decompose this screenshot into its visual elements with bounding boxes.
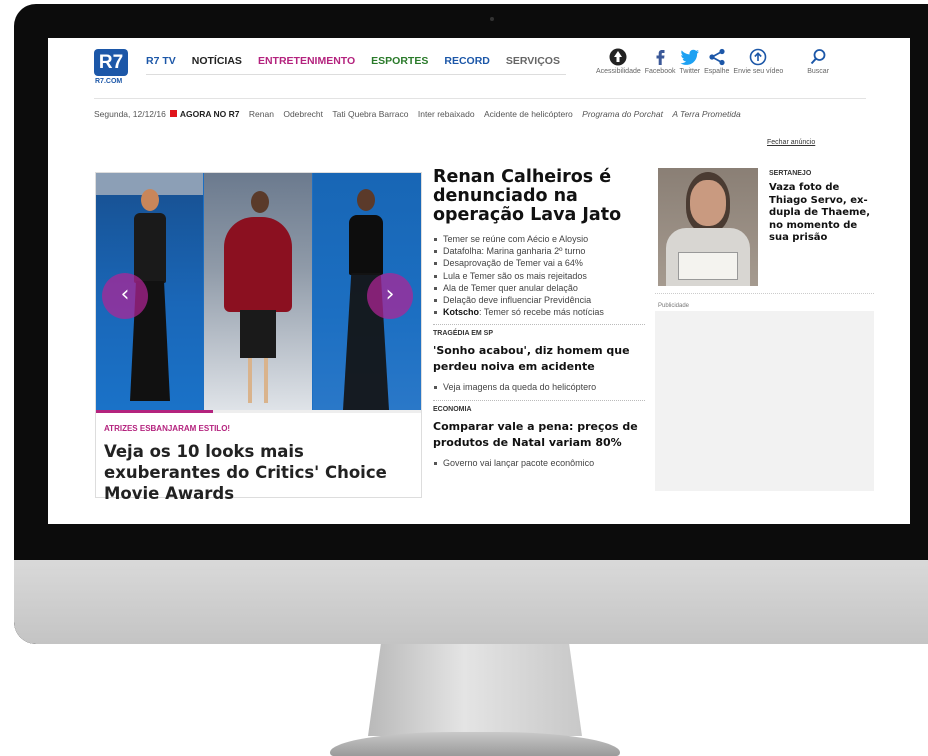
search-button[interactable]: Buscar [807, 46, 829, 75]
nav-item-esportes[interactable]: ESPORTES [371, 55, 428, 67]
live-indicator-icon [169, 110, 177, 117]
section-kicker[interactable]: TRAGÉDIA EM SP [433, 330, 645, 337]
tool-label: Envie seu vídeo [733, 68, 784, 75]
nav-item-entretenimento[interactable]: ENTRETENIMENTO [258, 55, 355, 67]
ad-label: Publicidade [658, 303, 690, 309]
sub-headline[interactable]: Comparar vale a pena: preços de produtos… [433, 419, 645, 451]
photo-panel [204, 173, 312, 410]
twitter-icon [680, 49, 699, 65]
desktop-scene: R7 R7.COM R7 TV NOTÍCIAS ENTRETENIMENTO … [0, 0, 928, 756]
header-tools: Acessibilidade Facebook Twitter Espalhe … [596, 46, 833, 75]
story-headline[interactable]: Vaza foto de Thiago Servo, ex-dupla de T… [769, 182, 874, 245]
nav-item-noticias[interactable]: NOTÍCIAS [192, 55, 242, 67]
section-kicker[interactable]: ECONOMIA [433, 406, 645, 413]
main-nav: R7 TV NOTÍCIAS ENTRETENIMENTO ESPORTES R… [146, 55, 576, 67]
carousel-next-button[interactable]: › [367, 273, 413, 319]
nav-item-r7tv[interactable]: R7 TV [146, 55, 176, 67]
tool-label: Buscar [807, 68, 830, 75]
header-divider [94, 98, 866, 99]
nav-item-record[interactable]: RECORD [444, 55, 490, 67]
accessibility-icon [609, 48, 627, 66]
carousel-prev-button[interactable]: ‹ [102, 273, 148, 319]
main-headline[interactable]: Renan Calheiros é denunciado na operação… [433, 168, 645, 225]
feature-photo[interactable]: ‹ › [96, 173, 421, 410]
list-item[interactable]: Desaprovação de Temer vai a 64% [433, 257, 645, 269]
search-icon [810, 49, 826, 65]
news-ticker: Segunda, 12/12/16 AGORA NO R7 Renan Odebr… [94, 109, 741, 119]
carousel-progress-fill [96, 410, 213, 413]
camera-dot [490, 17, 494, 21]
list-item-bold: Kotscho [443, 307, 479, 318]
list-item[interactable]: Ala de Temer quer anular delação [433, 282, 645, 294]
ticker-link[interactable]: Odebrecht [283, 109, 323, 119]
carousel-progress [96, 410, 421, 413]
tool-label: Acessibilidade [596, 68, 641, 75]
list-item[interactable]: Datafolha: Marina ganharia 2º turno [433, 245, 645, 257]
share-button[interactable]: Espalhe [704, 46, 729, 75]
twitter-button[interactable]: Twitter [679, 46, 701, 75]
ticker-live-label: AGORA NO R7 [179, 109, 240, 119]
feature-kicker[interactable]: ATRIZES ESBANJARAM ESTILO! [104, 424, 230, 433]
ticker-link[interactable]: Renan [249, 109, 274, 119]
list-item[interactable]: Veja imagens da queda do helicóptero [433, 381, 645, 393]
tool-label: Twitter [679, 68, 701, 75]
nav-underline [146, 74, 566, 75]
ticker-date: Segunda, 12/12/16 [94, 109, 166, 119]
list-item[interactable]: Kotscho: Temer só recebe más notícias [433, 306, 645, 318]
share-icon [709, 48, 725, 66]
facebook-icon [656, 50, 665, 65]
divider [433, 399, 645, 401]
divider [655, 293, 874, 294]
ticker-link[interactable]: Inter rebaixado [418, 109, 475, 119]
story-kicker[interactable]: SERTANEJO [769, 170, 811, 177]
list-item[interactable]: Temer se reúne com Aécio e Aloysio [433, 233, 645, 245]
ad-slot[interactable] [655, 311, 874, 491]
feature-card[interactable]: ‹ › ATRIZES ESBANJARAM ESTILO! Veja os 1… [95, 172, 422, 503]
close-ad-link[interactable]: Fechar anúncio [767, 139, 815, 146]
headlines-column: Renan Calheiros é denunciado na operação… [433, 168, 645, 469]
ticker-link[interactable]: Programa do Porchat [582, 109, 663, 119]
tool-label: Espalhe [704, 68, 730, 75]
upload-video-button[interactable]: Envie seu vídeo [733, 46, 783, 75]
story-thumbnail[interactable] [658, 168, 758, 286]
related-list: Governo vai lançar pacote econômico [433, 457, 645, 469]
accessibility-button[interactable]: Acessibilidade [596, 46, 641, 75]
tool-label: Facebook [644, 68, 676, 75]
r7-logo[interactable]: R7 [94, 49, 128, 76]
site-header: R7 R7.COM R7 TV NOTÍCIAS ENTRETENIMENTO … [48, 38, 910, 98]
nav-item-servicos[interactable]: SERVIÇOS [506, 55, 560, 67]
list-item[interactable]: Delação deve influenciar Previdência [433, 294, 645, 306]
sub-headline[interactable]: 'Sonho acabou', diz homem que perdeu noi… [433, 343, 645, 375]
ticker-link[interactable]: A Terra Prometida [672, 109, 740, 119]
imac-stand [368, 644, 582, 736]
list-item[interactable]: Governo vai lançar pacote econômico [433, 457, 645, 469]
feature-headline[interactable]: Veja os 10 looks mais exuberantes do Cri… [104, 441, 414, 504]
related-list: Veja imagens da queda do helicóptero [433, 381, 645, 393]
divider [433, 324, 645, 326]
facebook-button[interactable]: Facebook [645, 46, 676, 75]
upload-icon [750, 48, 767, 66]
list-item-text: : Temer só recebe más notícias [479, 307, 604, 318]
related-list: Temer se reúne com Aécio e Aloysio Dataf… [433, 233, 645, 318]
ticker-link[interactable]: Tati Quebra Barraco [332, 109, 408, 119]
list-item[interactable]: Lula e Temer são os mais rejeitados [433, 270, 645, 282]
browser-viewport: R7 R7.COM R7 TV NOTÍCIAS ENTRETENIMENTO … [48, 38, 910, 524]
logo-domain: R7.COM [95, 78, 123, 85]
ticker-link[interactable]: Acidente de helicóptero [484, 109, 573, 119]
imac-chin [14, 560, 928, 644]
